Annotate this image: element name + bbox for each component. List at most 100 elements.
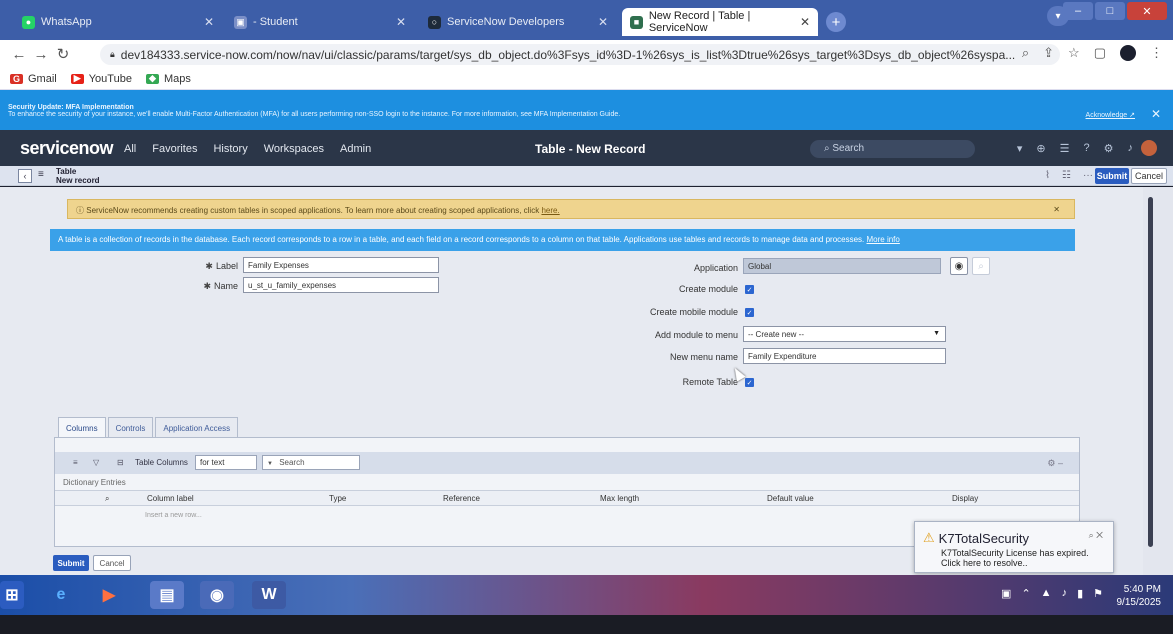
minimize-button[interactable]: – xyxy=(1063,2,1093,20)
tab-columns[interactable]: Columns xyxy=(58,417,106,437)
nav-favorites[interactable]: Favorites xyxy=(152,143,197,155)
word-icon[interactable]: W xyxy=(252,581,286,609)
scrollbar[interactable] xyxy=(1143,187,1173,575)
info-icon[interactable]: ◉ xyxy=(950,257,968,275)
list-gear-icon[interactable]: ⚙ – xyxy=(1047,458,1063,469)
flag-icon[interactable]: ⚑ xyxy=(1093,587,1103,600)
name-field[interactable]: u_st_u_family_expenses xyxy=(243,277,439,293)
col-column-label[interactable]: Column label xyxy=(147,494,194,503)
dropdown-icon[interactable]: ▾ xyxy=(1017,142,1023,155)
nav-all[interactable]: All xyxy=(124,143,136,155)
close-window-button[interactable]: ✕ xyxy=(1127,2,1167,20)
tab-controls[interactable]: Controls xyxy=(107,417,154,437)
help-icon[interactable]: ? xyxy=(1084,142,1090,155)
bookmark-youtube[interactable]: ▶ YouTube xyxy=(70,73,132,85)
remote-table-checkbox[interactable]: ✓ xyxy=(745,378,754,387)
back-button[interactable]: ‹ xyxy=(18,169,32,183)
reload-icon[interactable]: ↻ xyxy=(52,45,74,63)
tab-application-access[interactable]: Application Access xyxy=(155,417,239,437)
cancel-button[interactable]: Cancel xyxy=(1131,168,1167,184)
servicenow-logo[interactable]: servicenow xyxy=(20,138,114,159)
back-icon[interactable]: ← xyxy=(8,46,30,63)
zoom-icon[interactable]: ⌕ xyxy=(1022,45,1029,61)
close-icon[interactable]: ✕ xyxy=(1053,205,1060,214)
maximize-button[interactable]: □ xyxy=(1095,2,1125,20)
avatar[interactable] xyxy=(1141,140,1157,156)
profile-avatar[interactable] xyxy=(1120,45,1136,61)
bookmark-maps[interactable]: ◆ Maps xyxy=(145,73,191,85)
close-icon[interactable]: ✕ xyxy=(598,15,608,29)
k7-notification[interactable]: ⚠ K7TotalSecurity K7TotalSecurity Licens… xyxy=(914,521,1114,573)
cancel-button-bottom[interactable]: Cancel xyxy=(93,555,131,571)
globe-icon[interactable]: ⊕ xyxy=(1036,142,1045,155)
media-player-icon[interactable]: ▶ xyxy=(92,581,126,609)
new-menu-name-field[interactable]: Family Expenditure xyxy=(743,348,946,364)
url-input[interactable]: 🔒︎ dev184333.service-now.com/now/nav/ui/… xyxy=(100,44,1060,65)
list-menu-icon[interactable]: ≡ xyxy=(73,458,78,467)
col-max-length[interactable]: Max length xyxy=(600,494,639,503)
internet-explorer-icon[interactable]: e xyxy=(44,581,78,609)
toast-close-icon[interactable]: ⌕ ✕ xyxy=(1089,530,1103,541)
here-link[interactable]: here. xyxy=(541,206,559,215)
notification-icon[interactable]: ♪ xyxy=(1128,142,1134,155)
add-module-value: -- Create new -- xyxy=(748,330,805,339)
more-info-link[interactable]: More info xyxy=(867,235,900,244)
chevron-up-icon[interactable]: ⌃ xyxy=(1021,587,1030,600)
star-icon[interactable]: ☆ xyxy=(1068,45,1080,61)
search-icon[interactable]: ⌕ xyxy=(105,494,109,504)
new-tab-button[interactable]: + xyxy=(826,12,846,32)
menu-icon[interactable]: ⋮ xyxy=(1150,45,1163,61)
scrollbar-thumb[interactable] xyxy=(1148,197,1153,547)
taskbar-clock[interactable]: 5:40 PM 9/15/2025 xyxy=(1117,583,1162,609)
close-icon[interactable]: ✕ xyxy=(396,15,406,29)
tab-whatsapp[interactable]: ● WhatsApp ✕ xyxy=(14,8,222,36)
window-controls: – □ ✕ xyxy=(1063,2,1167,20)
tab-new-record[interactable]: ■ New Record | Table | ServiceNow ✕ xyxy=(622,8,818,36)
signal-icon[interactable]: ▮ xyxy=(1077,587,1083,600)
create-mobile-module-checkbox[interactable]: ✓ xyxy=(745,308,754,317)
create-module-checkbox[interactable]: ✓ xyxy=(745,285,754,294)
close-icon[interactable]: ✕ xyxy=(800,15,810,29)
col-type[interactable]: Type xyxy=(329,494,346,503)
submit-button-bottom[interactable]: Submit xyxy=(53,555,89,571)
more-icon[interactable]: ··· xyxy=(1083,170,1093,181)
search-input[interactable]: ⌕ Search xyxy=(810,140,975,158)
close-icon[interactable]: ✕ xyxy=(1151,107,1161,121)
close-icon[interactable]: ✕ xyxy=(204,15,214,29)
forward-icon[interactable]: → xyxy=(30,46,52,63)
form-header: ‹ ≡ Table New record ⌇ ☷ ··· Submit Canc… xyxy=(0,166,1173,186)
chrome-icon[interactable]: ◉ xyxy=(200,581,234,609)
sliders-icon[interactable]: ☷ xyxy=(1062,170,1071,181)
settings-icon[interactable]: ⚙ xyxy=(1104,142,1114,155)
chat-icon[interactable]: ☰ xyxy=(1060,142,1070,155)
tab-student[interactable]: ▣ - Student ✕ xyxy=(226,8,414,36)
submit-button[interactable]: Submit xyxy=(1095,168,1129,184)
volume-icon[interactable]: ♪ xyxy=(1062,587,1068,600)
insert-row[interactable]: Insert a new row... xyxy=(145,512,202,519)
browser-toolbar-icons: ⌕ ⇪ ☆ ▢ ⋮ xyxy=(1022,45,1163,61)
network-icon[interactable]: ▲ xyxy=(1041,587,1052,600)
col-default-value[interactable]: Default value xyxy=(767,494,814,503)
col-reference[interactable]: Reference xyxy=(443,494,480,503)
file-explorer-icon[interactable]: ▤ xyxy=(150,581,184,609)
list-filter-select[interactable]: for text xyxy=(195,455,257,470)
attachment-icon[interactable]: ⌇ xyxy=(1045,170,1050,181)
col-display[interactable]: Display xyxy=(952,494,978,503)
acknowledge-link[interactable]: Acknowledge ↗ xyxy=(1086,111,1135,119)
list-settings-icon[interactable]: ⊟ xyxy=(117,458,124,467)
sidepanel-icon[interactable]: ▢ xyxy=(1094,45,1106,61)
nav-history[interactable]: History xyxy=(213,143,247,155)
share-icon[interactable]: ⇪ xyxy=(1043,45,1054,61)
filter-icon[interactable]: ▽ xyxy=(93,458,99,467)
tab-servicenow-developers[interactable]: ○ ServiceNow Developers ✕ xyxy=(420,8,616,36)
add-module-select[interactable]: -- Create new -- ▼ xyxy=(743,326,946,342)
label-field[interactable]: Family Expenses xyxy=(243,257,439,273)
start-icon[interactable]: ⊞ xyxy=(0,581,24,609)
tray-app-icon[interactable]: ▣ xyxy=(1001,587,1011,600)
nav-workspaces[interactable]: Workspaces xyxy=(264,143,324,155)
nav-admin[interactable]: Admin xyxy=(340,143,371,155)
required-icon: ✱ xyxy=(203,281,211,291)
list-search-input[interactable]: ▼ Search xyxy=(262,455,360,470)
form-menu-icon[interactable]: ≡ xyxy=(38,169,44,180)
bookmark-gmail[interactable]: G Gmail xyxy=(10,73,57,85)
